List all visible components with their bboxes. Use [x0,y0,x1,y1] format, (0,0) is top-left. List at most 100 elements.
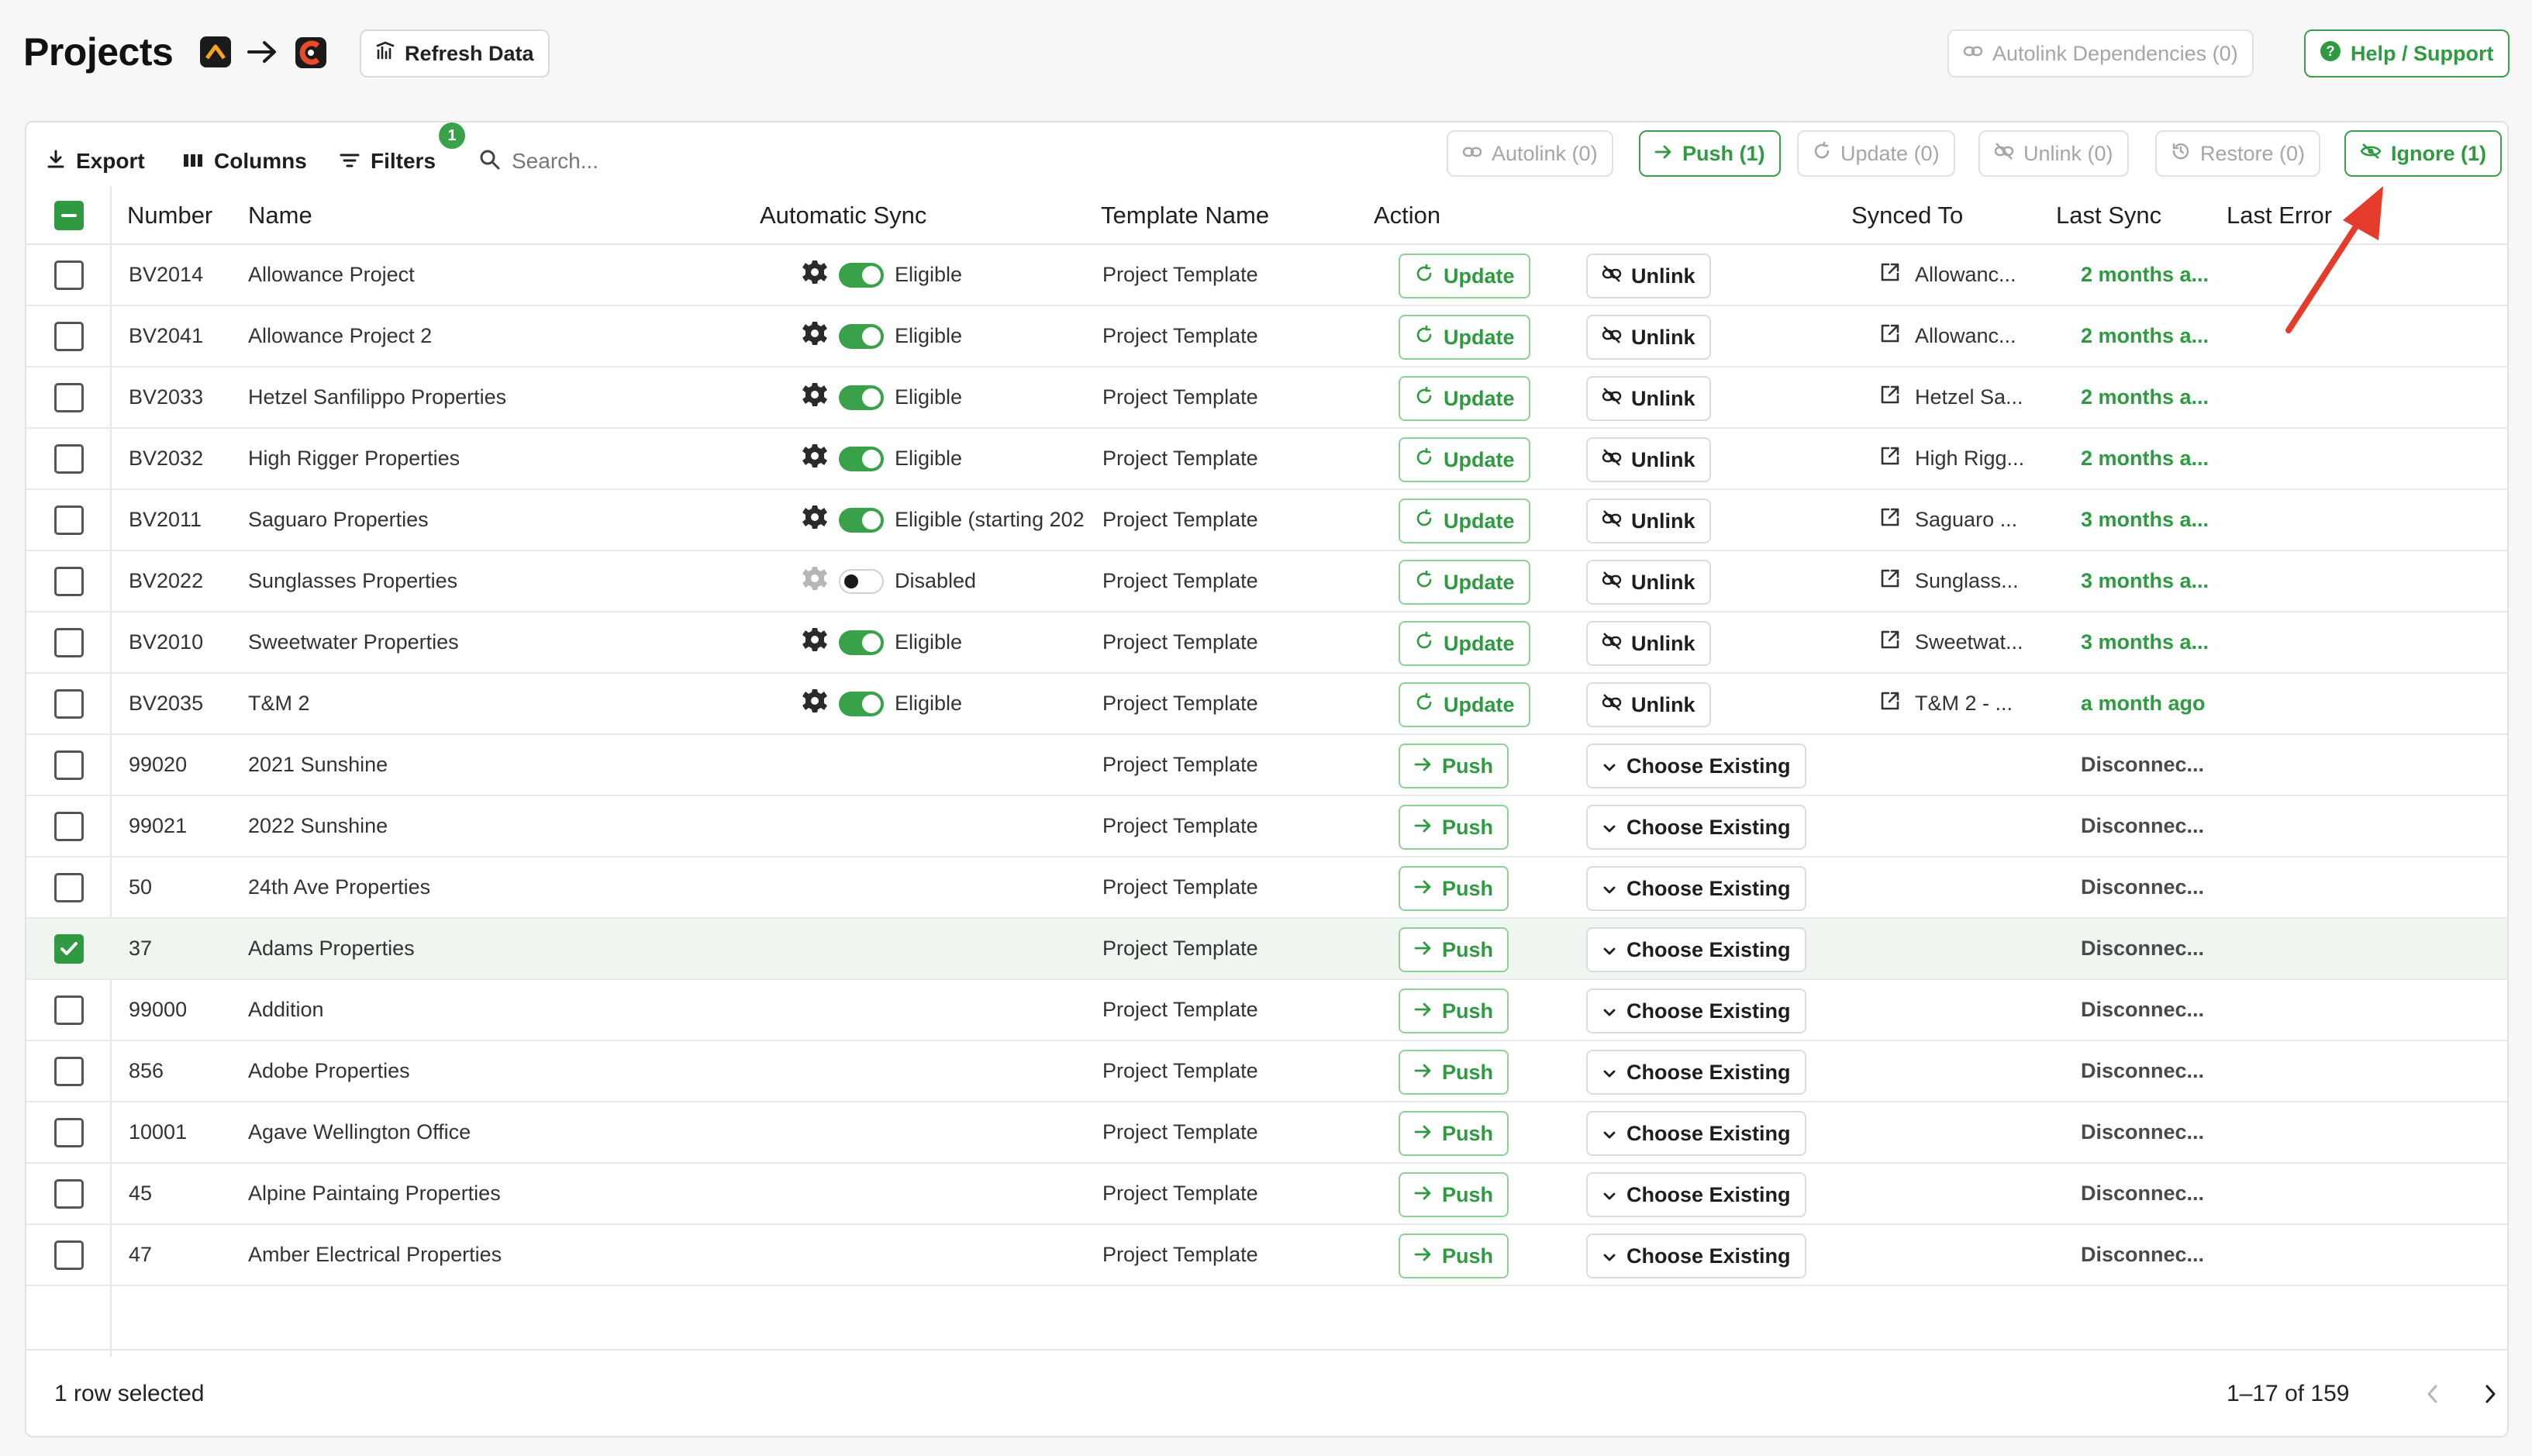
row-push-button[interactable]: Push [1399,805,1509,850]
settings-gear-icon[interactable] [802,626,828,658]
settings-gear-icon[interactable] [802,504,828,536]
row-update-button[interactable]: Update [1399,682,1530,727]
row-checkbox[interactable] [54,383,84,412]
table-row[interactable]: BV2035 T&M 2 Eligible Project Template Updat… [26,674,2507,735]
row-checkbox[interactable] [54,322,84,351]
synced-to-cell[interactable]: Hetzel Sa... [1879,367,2023,427]
table-row[interactable]: 45 Alpine Paintaing Properties Project Tem… [26,1164,2507,1225]
table-row[interactable]: BV2011 Saguaro Properties Eligible (starti… [26,490,2507,551]
autolink-dependencies-button[interactable]: Autolink Dependencies (0) [1947,29,2254,78]
row-checkbox[interactable] [54,444,84,474]
ignore-button[interactable]: Ignore (1) [2344,130,2503,177]
search-box[interactable] [479,138,851,185]
row-update-button[interactable]: Update [1399,621,1530,666]
table-row[interactable]: 10001 Agave Wellington Office Project Temp… [26,1102,2507,1164]
synced-to-cell[interactable]: High Rigg... [1879,429,2024,488]
row-unlink-button[interactable]: Unlink [1586,437,1711,482]
row-update-button[interactable]: Update [1399,254,1530,298]
row-unlink-button[interactable]: Unlink [1586,499,1711,543]
row-unlink-button[interactable]: Unlink [1586,682,1711,727]
row-checkbox[interactable] [54,567,84,596]
next-page-button[interactable] [2475,1378,2506,1409]
row-unlink-button[interactable]: Unlink [1586,621,1711,666]
sync-toggle[interactable] [839,691,884,716]
table-row[interactable]: BV2022 Sunglasses Properties Disabled Proje… [26,551,2507,612]
choose-existing-dropdown[interactable]: Choose Existing [1586,866,1806,911]
table-row[interactable]: 99021 2022 Sunshine Project Template Push Ch… [26,796,2507,857]
choose-existing-dropdown[interactable]: Choose Existing [1586,927,1806,972]
row-push-button[interactable]: Push [1399,744,1509,788]
table-row[interactable]: BV2032 High Rigger Properties Eligible Proj… [26,429,2507,490]
row-update-button[interactable]: Update [1399,437,1530,482]
sync-toggle[interactable] [839,446,884,471]
external-link-icon[interactable] [1879,568,1901,595]
column-header-template-name[interactable]: Template Name [1101,186,1269,245]
column-header-name[interactable]: Name [248,186,312,245]
previous-page-button[interactable] [2417,1378,2448,1409]
refresh-data-button[interactable]: Refresh Data [360,29,550,78]
row-push-button[interactable]: Push [1399,1050,1509,1095]
external-link-icon[interactable] [1879,506,1901,533]
table-row[interactable]: 99020 2021 Sunshine Project Template Push Ch… [26,735,2507,796]
table-row[interactable]: BV2041 Allowance Project 2 Eligible Project… [26,306,2507,367]
unlink-button[interactable]: Unlink (0) [1978,130,2129,177]
settings-gear-icon[interactable] [802,443,828,474]
settings-gear-icon[interactable] [802,259,828,291]
table-row[interactable]: BV2010 Sweetwater Properties Eligible Proje… [26,612,2507,674]
row-checkbox[interactable] [54,1118,84,1147]
choose-existing-dropdown[interactable]: Choose Existing [1586,988,1806,1033]
synced-to-cell[interactable]: Allowanc... [1879,306,2016,366]
filters-button[interactable]: Filters [340,138,436,185]
column-header-action[interactable]: Action [1374,186,1440,245]
choose-existing-dropdown[interactable]: Choose Existing [1586,744,1806,788]
row-unlink-button[interactable]: Unlink [1586,376,1711,421]
synced-to-cell[interactable]: Saguaro ... [1879,490,2017,550]
synced-to-cell[interactable]: Allowanc... [1879,245,2016,305]
external-link-icon[interactable] [1879,445,1901,472]
table-row[interactable]: 50 24th Ave Properties Project Template Pus… [26,857,2507,919]
row-checkbox[interactable] [54,628,84,657]
row-push-button[interactable]: Push [1399,1111,1509,1156]
row-push-button[interactable]: Push [1399,866,1509,911]
settings-gear-icon[interactable] [802,565,828,597]
sync-toggle[interactable] [839,507,884,533]
sync-toggle[interactable] [839,385,884,410]
row-push-button[interactable]: Push [1399,927,1509,972]
row-checkbox[interactable] [54,750,84,780]
synced-to-cell[interactable]: Sunglass... [1879,551,2019,611]
table-row[interactable]: 99000 Addition Project Template Push Choose … [26,980,2507,1041]
row-checkbox[interactable] [54,505,84,535]
external-link-icon[interactable] [1879,384,1901,411]
row-unlink-button[interactable]: Unlink [1586,254,1711,298]
select-all-checkbox[interactable] [54,201,84,230]
row-push-button[interactable]: Push [1399,1172,1509,1217]
choose-existing-dropdown[interactable]: Choose Existing [1586,1111,1806,1156]
sync-toggle[interactable] [839,323,884,349]
row-checkbox[interactable] [54,934,84,964]
choose-existing-dropdown[interactable]: Choose Existing [1586,805,1806,850]
row-update-button[interactable]: Update [1399,499,1530,543]
row-checkbox[interactable] [54,1240,84,1270]
restore-button[interactable]: Restore (0) [2155,130,2321,177]
sync-toggle[interactable] [839,262,884,288]
row-checkbox[interactable] [54,873,84,902]
row-checkbox[interactable] [54,1179,84,1209]
choose-existing-dropdown[interactable]: Choose Existing [1586,1172,1806,1217]
help-support-button[interactable]: ? Help / Support [2304,29,2510,78]
table-row[interactable]: 856 Adobe Properties Project Template Push C… [26,1041,2507,1102]
update-button[interactable]: Update (0) [1797,130,1955,177]
sync-toggle[interactable] [839,630,884,655]
choose-existing-dropdown[interactable]: Choose Existing [1586,1233,1806,1278]
column-header-synced-to[interactable]: Synced To [1851,186,1963,245]
table-row[interactable]: BV2033 Hetzel Sanfilippo Properties Eligib… [26,367,2507,429]
synced-to-cell[interactable]: T&M 2 - ... [1879,674,2013,733]
row-checkbox[interactable] [54,689,84,719]
push-button[interactable]: Push (1) [1639,130,1781,177]
external-link-icon[interactable] [1879,261,1901,288]
columns-button[interactable]: Columns [183,138,307,185]
table-row[interactable]: 47 Amber Electrical Properties Project Tem… [26,1225,2507,1286]
row-push-button[interactable]: Push [1399,1233,1509,1278]
external-link-icon[interactable] [1879,629,1901,656]
settings-gear-icon[interactable] [802,381,828,413]
row-update-button[interactable]: Update [1399,560,1530,605]
